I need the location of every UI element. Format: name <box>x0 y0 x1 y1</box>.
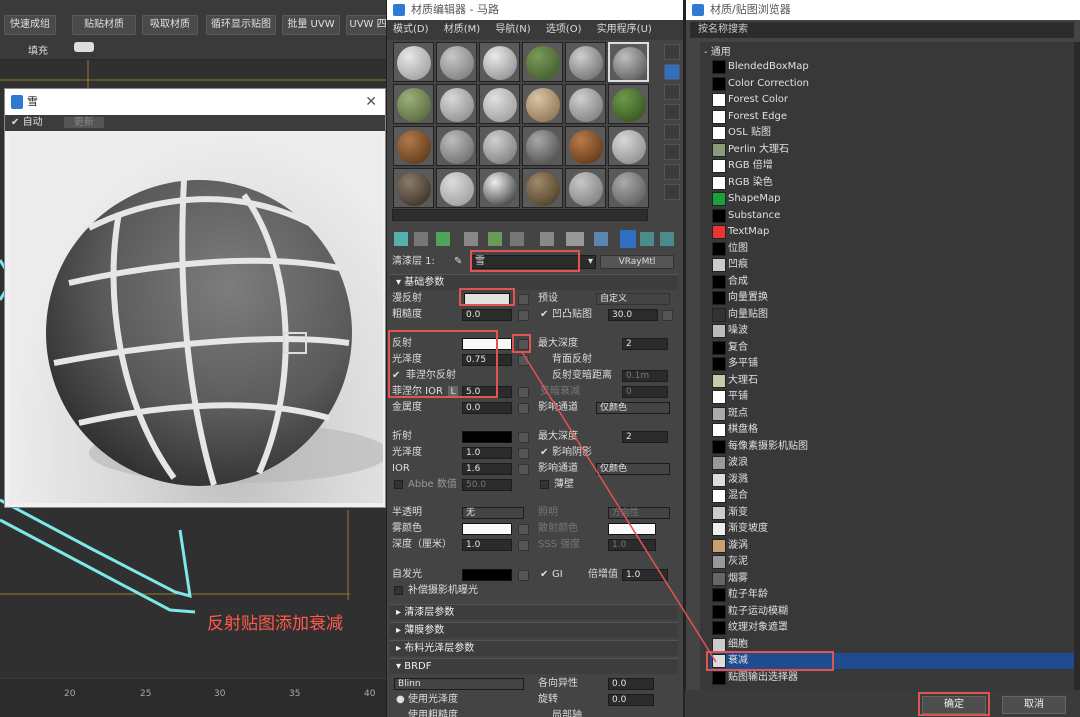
annotation-arrow <box>521 351 717 663</box>
